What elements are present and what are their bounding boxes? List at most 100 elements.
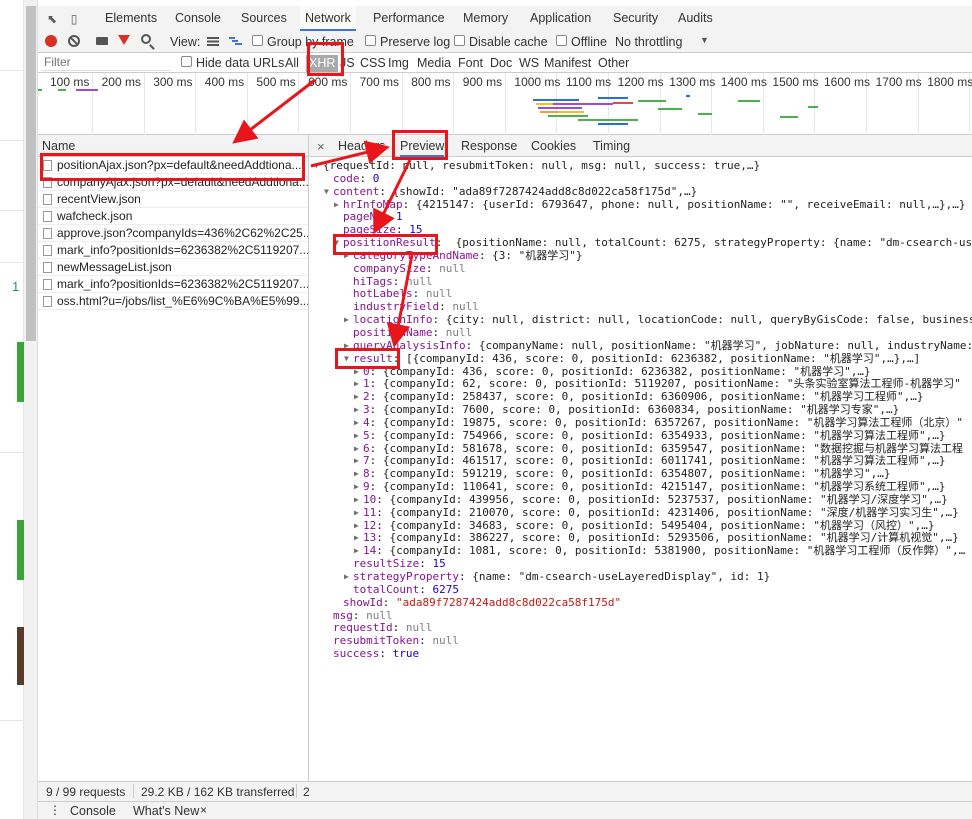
request-row[interactable]: newMessageList.json <box>38 259 308 276</box>
expand-arrow-icon[interactable]: ▶ <box>354 391 359 404</box>
json-key: totalCount <box>353 582 420 596</box>
json-value: true <box>392 647 420 661</box>
json-value: {companyId: 34683, score: 0, positionId:… <box>389 518 935 532</box>
json-value: : <box>439 300 453 314</box>
waterfall-view-icon[interactable] <box>229 36 242 46</box>
tab-response[interactable]: Response <box>461 135 517 157</box>
transferred-size: 29.2 KB / 162 KB transferred <box>141 785 295 799</box>
request-row[interactable]: mark_info?positionIds=6236382%2C5119207.… <box>38 242 308 259</box>
large-rows-icon[interactable] <box>207 37 219 46</box>
timeline-gridline <box>143 73 145 135</box>
json-key: 11 <box>363 505 377 519</box>
timeline-bar <box>613 102 633 104</box>
expand-arrow-icon[interactable]: ▶ <box>354 417 359 430</box>
filter-type-doc[interactable]: Doc <box>490 55 512 72</box>
json-value: : <box>369 390 383 404</box>
json-line[interactable]: ▶ hrInfoMap: {4215147: {userId: 6793647, … <box>309 197 972 212</box>
json-key: showId <box>343 595 383 609</box>
hide-data-urls-label: Hide data URLs <box>196 56 285 70</box>
capture-screenshots-icon[interactable] <box>96 37 108 45</box>
tab-network[interactable]: Network <box>300 6 356 31</box>
collapse-arrow-icon[interactable]: ▼ <box>324 186 329 199</box>
expand-arrow-icon[interactable]: ▶ <box>354 468 359 481</box>
expand-arrow-icon[interactable]: ▶ <box>334 199 339 212</box>
expand-arrow-icon[interactable]: ▶ <box>344 314 349 327</box>
drawer-menu-icon[interactable]: ⋮ <box>49 803 61 817</box>
throttling-select[interactable]: No throttling <box>615 33 682 51</box>
expand-arrow-icon[interactable]: ▶ <box>354 404 359 417</box>
expand-arrow-icon[interactable]: ▶ <box>354 507 359 520</box>
json-key: requestId <box>333 621 393 635</box>
page-scrollbar-thumb[interactable] <box>26 6 36 341</box>
filter-type-css[interactable]: CSS <box>360 55 386 72</box>
page-scrollbar[interactable] <box>24 0 38 819</box>
request-row[interactable]: recentView.json <box>38 191 308 208</box>
tab-audits[interactable]: Audits <box>678 6 713 31</box>
group-by-frame-checkbox[interactable] <box>252 35 263 46</box>
tab-memory[interactable]: Memory <box>463 6 508 31</box>
timeline-tick-label: 1800 ms <box>927 75 972 89</box>
timeline-tick-label: 1700 ms <box>875 75 922 89</box>
record-icon[interactable] <box>45 35 57 47</box>
disable-cache-checkbox[interactable] <box>454 35 465 46</box>
timeline-tick-label: 400 ms <box>204 75 245 89</box>
chevron-down-icon[interactable]: ▼ <box>700 35 709 45</box>
json-value: : <box>402 197 416 211</box>
request-name: approve.json?companyIds=436%2C62%2C25... <box>57 226 308 240</box>
json-value: : <box>379 647 393 661</box>
expand-arrow-icon[interactable]: ▶ <box>354 494 359 507</box>
json-root[interactable]: ▼ {requestId: null, resubmitToken: null, … <box>309 159 972 173</box>
request-row[interactable]: mark_info?positionIds=6236382%2C5119207.… <box>38 276 308 293</box>
expand-arrow-icon[interactable]: ▶ <box>354 520 359 533</box>
tab-elements[interactable]: Elements <box>105 6 157 31</box>
filter-input[interactable] <box>42 54 170 71</box>
collapse-arrow-icon[interactable]: ▼ <box>314 160 319 173</box>
search-icon[interactable] <box>141 34 151 44</box>
close-icon[interactable]: × <box>317 139 325 154</box>
json-key: hrInfoMap <box>343 197 403 211</box>
expand-arrow-icon[interactable]: ▶ <box>354 378 359 391</box>
filter-type-img[interactable]: Img <box>388 55 409 72</box>
tab-cookies[interactable]: Cookies <box>531 135 576 157</box>
json-value: {companyId: 210070, score: 0, positionId… <box>389 505 959 519</box>
json-key: 5 <box>363 428 370 442</box>
drawer-tab-whats-new[interactable]: What's New <box>133 804 199 818</box>
request-row[interactable]: wafcheck.json <box>38 208 308 225</box>
filter-type-ws[interactable]: WS <box>519 55 539 72</box>
expand-arrow-icon[interactable]: ▶ <box>354 532 359 545</box>
expand-arrow-icon[interactable]: ▶ <box>354 430 359 443</box>
tab-performance[interactable]: Performance <box>373 6 445 31</box>
filter-type-all[interactable]: All <box>285 55 299 72</box>
expand-arrow-icon[interactable]: ▶ <box>344 571 349 584</box>
inspect-element-icon[interactable]: ⬉ <box>44 11 60 27</box>
drawer-tab-console[interactable]: Console <box>70 804 116 818</box>
tab-headers[interactable]: Headers <box>338 135 385 157</box>
request-row[interactable]: approve.json?companyIds=436%2C62%2C25... <box>38 225 308 242</box>
hide-data-urls-checkbox[interactable] <box>181 56 192 67</box>
filter-type-manifest[interactable]: Manifest <box>544 55 591 72</box>
offline-checkbox[interactable] <box>556 35 567 46</box>
close-icon[interactable]: × <box>200 803 207 817</box>
expand-arrow-icon[interactable]: ▶ <box>354 455 359 468</box>
timeline-tick-label: 1600 ms <box>824 75 871 89</box>
tab-sources[interactable]: Sources <box>241 6 287 31</box>
request-row[interactable]: oss.html?u=/jobs/list_%E6%9C%BA%E5%99... <box>38 293 308 310</box>
disable-cache-label: Disable cache <box>469 35 548 49</box>
device-toolbar-icon[interactable]: ▯ <box>66 11 82 27</box>
filter-type-font[interactable]: Font <box>458 55 483 72</box>
tab-console[interactable]: Console <box>175 6 221 31</box>
tab-application[interactable]: Application <box>530 6 591 31</box>
filter-icon[interactable] <box>118 35 130 45</box>
preserve-log-checkbox[interactable] <box>365 35 376 46</box>
filter-type-other[interactable]: Other <box>598 55 629 72</box>
timeline-bar <box>698 113 712 115</box>
tab-security[interactable]: Security <box>613 6 658 31</box>
timeline-tick-label: 1400 ms <box>720 75 767 89</box>
tab-timing[interactable]: Timing <box>593 135 630 157</box>
filter-type-media[interactable]: Media <box>417 55 451 72</box>
json-key: pageNo <box>343 210 383 224</box>
timeline-overview[interactable]: 100 ms 200 ms 300 ms 400 ms 500 ms 600 ms 700 … <box>38 73 972 135</box>
clear-icon[interactable] <box>68 35 80 47</box>
expand-arrow-icon[interactable]: ▶ <box>354 443 359 456</box>
expand-arrow-icon[interactable]: ▶ <box>354 481 359 494</box>
